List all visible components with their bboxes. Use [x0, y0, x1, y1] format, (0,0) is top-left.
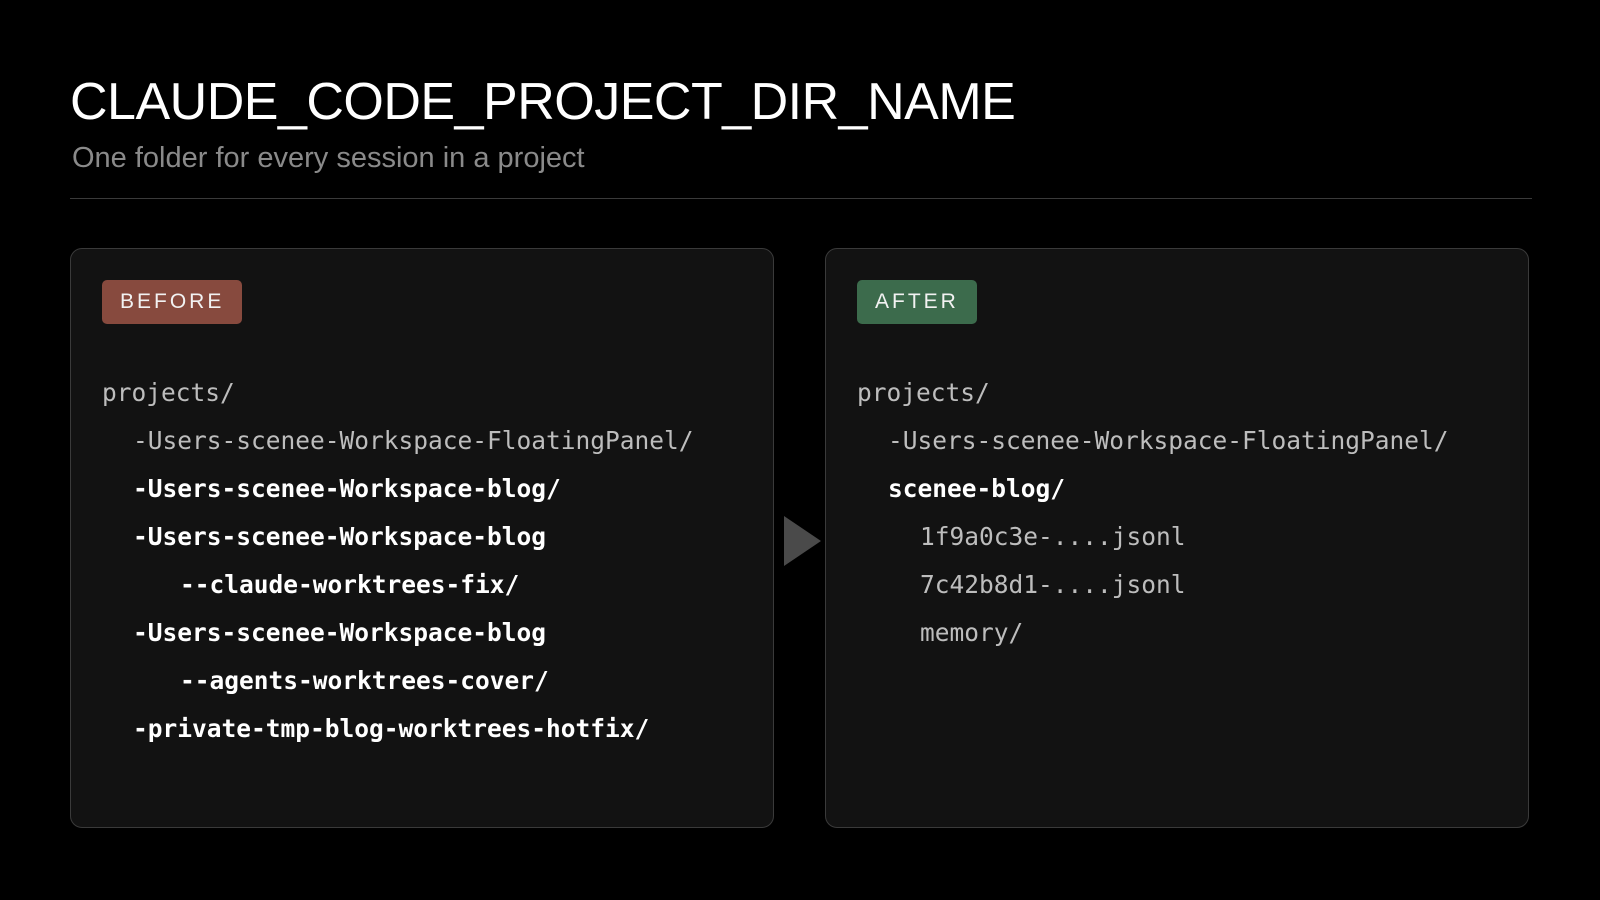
before-directory-tree: projects/ -Users-scenee-Workspace-Floatin… [102, 369, 694, 753]
after-badge: AFTER [857, 280, 977, 324]
tree-entry: -private-tmp-blog-worktrees-hotfix/ [133, 714, 650, 743]
tree-entry: memory/ [920, 618, 1024, 647]
after-panel: AFTER projects/ -Users-scenee-Workspace-F… [825, 248, 1529, 828]
after-directory-tree: projects/ -Users-scenee-Workspace-Floatin… [857, 369, 1449, 657]
tree-entry: --agents-worktrees-cover/ [180, 666, 549, 695]
tree-entry: -Users-scenee-Workspace-FloatingPanel/ [888, 426, 1449, 455]
tree-entry: -Users-scenee-Workspace-blog/ [133, 474, 561, 503]
tree-entry: projects/ [857, 378, 990, 407]
page-subtitle: One folder for every session in a projec… [72, 142, 585, 174]
tree-entry: scenee-blog/ [888, 474, 1066, 503]
before-badge: BEFORE [102, 280, 243, 324]
tree-entry: 7c42b8d1-....jsonl [920, 570, 1186, 599]
tree-entry: -Users-scenee-Workspace-FloatingPanel/ [133, 426, 694, 455]
tree-entry: projects/ [102, 378, 235, 407]
tree-entry: 1f9a0c3e-....jsonl [920, 522, 1186, 551]
page-title: CLAUDE_CODE_PROJECT_DIR_NAME [70, 73, 1016, 131]
before-panel: BEFORE projects/ -Users-scenee-Workspace-… [70, 248, 774, 828]
tree-entry: --claude-worktrees-fix/ [180, 570, 520, 599]
header-divider [70, 198, 1532, 199]
tree-entry: -Users-scenee-Workspace-blog [133, 618, 547, 647]
play-triangle-icon [784, 516, 821, 566]
tree-entry: -Users-scenee-Workspace-blog [133, 522, 547, 551]
